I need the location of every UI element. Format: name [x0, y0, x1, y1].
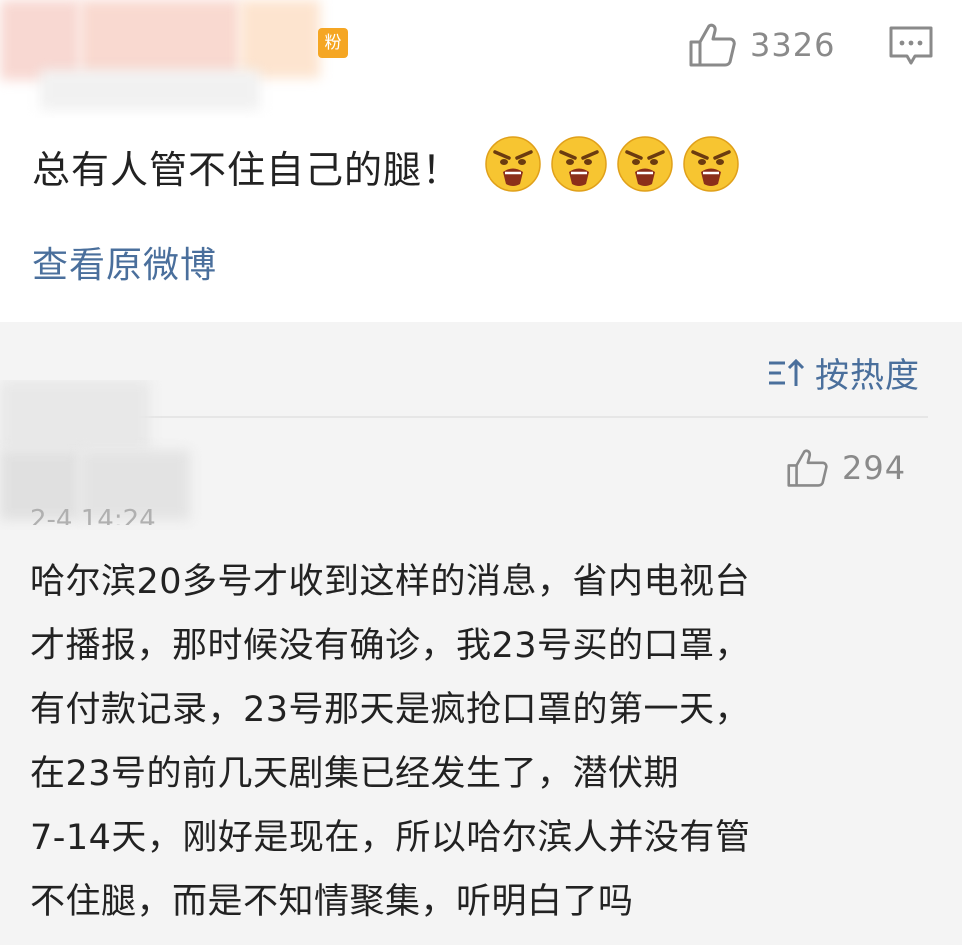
- thumbs-up-icon: [787, 449, 828, 487]
- angry-face-icon: [483, 134, 543, 198]
- view-original-link[interactable]: 查看原微博: [32, 236, 217, 288]
- post-text: 总有人管不住自己的腿！: [32, 147, 462, 192]
- post-like-button[interactable]: 3326: [688, 22, 835, 68]
- angry-face-icon: [549, 134, 609, 198]
- comment-like-count: 294: [842, 449, 907, 487]
- comment-text-line: 有付款记录，23号那天是疯抢口罩的第一天，: [30, 690, 751, 730]
- comment-text-line: 在23号的前几天剧集已经发生了，潜伏期: [30, 754, 680, 794]
- post-content: 总有人管不住自己的腿！: [32, 134, 741, 198]
- comment-text-line: 才播报，那时候没有确诊，我23号买的口罩，: [30, 626, 751, 666]
- angry-face-icon: [615, 134, 675, 198]
- blurred-user-header: [0, 0, 340, 118]
- comment-like-button[interactable]: 294: [786, 448, 906, 488]
- fan-badge: 粉: [318, 28, 348, 58]
- comment-button[interactable]: [888, 24, 934, 70]
- comment-body: 哈尔滨20多号才收到这样的消息，省内电视台 才播报，那时候没有确诊，我23号买的口…: [30, 554, 930, 938]
- comment-timestamp: 2-4 14:24: [30, 505, 156, 525]
- sort-icon: [769, 358, 805, 386]
- sort-by-hot-button[interactable]: 按热度: [767, 348, 920, 397]
- post-card: 粉 3326 总有人管不住自己的腿！ 查看原微博: [0, 0, 962, 322]
- comment-icon: [889, 26, 933, 65]
- thumbs-up-icon: [689, 23, 736, 67]
- post-like-count: 3326: [750, 26, 836, 64]
- sort-label: 按热度: [815, 356, 920, 396]
- comment-text-line: 不住腿，而是不知情聚集，听明白了吗: [30, 882, 634, 922]
- emoji-row: [483, 134, 741, 198]
- comment-text-line: 哈尔滨20多号才收到这样的消息，省内电视台: [30, 562, 751, 602]
- angry-face-icon: [681, 134, 741, 198]
- comment-text-line: 7-14天，刚好是现在，所以哈尔滨人并没有管: [30, 818, 751, 858]
